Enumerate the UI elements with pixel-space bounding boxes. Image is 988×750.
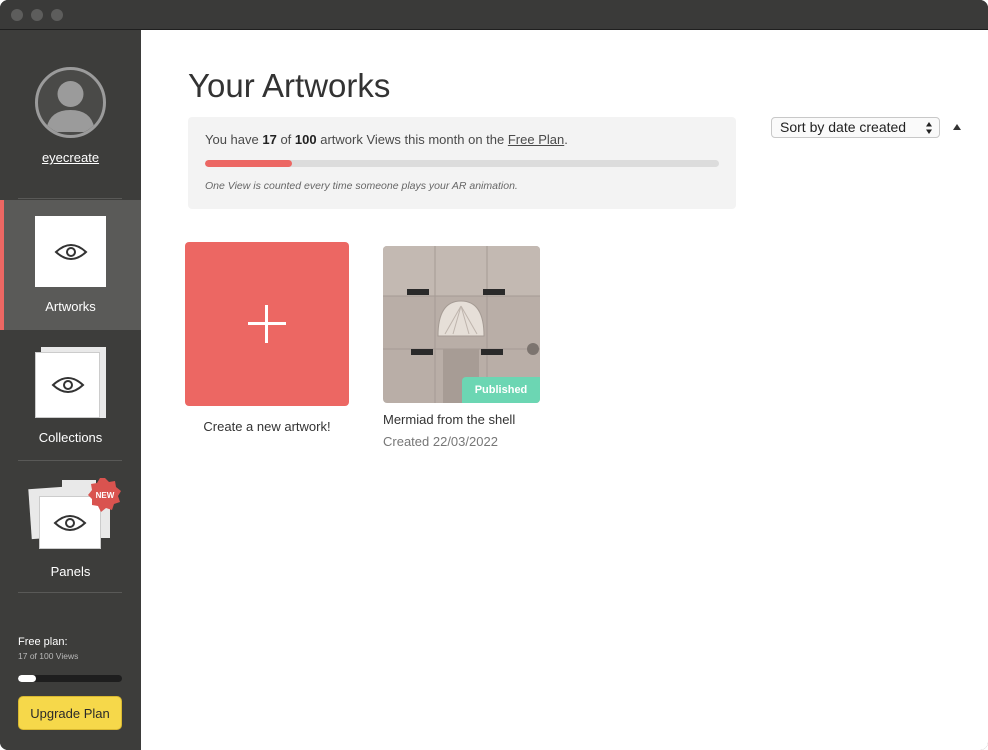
main-content: Your Artworks You have 17 of 100 artwork…: [141, 30, 988, 750]
artwork-title[interactable]: Mermiad from the shell: [383, 412, 515, 427]
free-plan-label: Free plan:: [18, 636, 68, 648]
sort-direction-icon[interactable]: [952, 123, 962, 131]
eye-icon: [53, 514, 87, 531]
maximize-window-button[interactable]: [51, 9, 63, 21]
sidebar: eyecreate Artworks Collections Panels NE…: [0, 30, 141, 750]
collections-card: [35, 352, 100, 418]
create-artwork-button[interactable]: [185, 242, 349, 406]
usage-suffix: artwork Views this month on the: [316, 132, 508, 147]
usage-limit: 100: [294, 132, 317, 147]
eye-icon: [54, 243, 87, 260]
free-plan-views: 17 of 100 Views: [18, 651, 79, 661]
sort-selected-value: Sort by date created: [780, 119, 907, 135]
close-window-button[interactable]: [11, 9, 23, 21]
title-bar: [0, 0, 988, 30]
usage-prefix: You have: [205, 132, 263, 147]
usage-note: One View is counted every time someone p…: [205, 180, 518, 192]
artwork-created-date: Created 22/03/2022: [383, 434, 498, 449]
sidebar-item-label: Panels: [50, 564, 91, 579]
usage-of: of: [276, 132, 295, 147]
sidebar-item-label: Artworks: [45, 299, 96, 314]
username-link[interactable]: eyecreate: [0, 150, 141, 165]
free-plan-link[interactable]: Free Plan: [508, 132, 564, 147]
views-progress-fill: [18, 675, 36, 682]
sidebar-item-collections[interactable]: Collections: [0, 330, 141, 460]
usage-panel: You have 17 of 100 artwork Views this mo…: [188, 117, 736, 209]
usage-text: You have 17 of 100 artwork Views this mo…: [205, 132, 568, 147]
sidebar-divider: [18, 592, 122, 593]
avatar[interactable]: [35, 67, 106, 138]
artworks-card: [35, 216, 106, 287]
sidebar-item-label: Collections: [38, 430, 103, 445]
user-silhouette-icon: [46, 81, 95, 132]
plus-icon: [248, 305, 286, 343]
page-title: Your Artworks: [188, 67, 391, 104]
usage-progress-fill: [205, 160, 293, 167]
sidebar-item-artworks[interactable]: Artworks: [0, 200, 141, 330]
eye-icon: [51, 377, 84, 393]
app-window: eyecreate Artworks Collections Panels NE…: [0, 0, 988, 750]
select-arrows-icon: [926, 122, 932, 134]
sort-select[interactable]: Sort by date created: [771, 117, 940, 138]
usage-used: 17: [262, 132, 277, 147]
published-badge: Published: [462, 377, 540, 403]
usage-progress-bar: [205, 160, 719, 167]
new-badge: NEW: [88, 478, 121, 512]
minimize-window-button[interactable]: [31, 9, 43, 21]
create-artwork-label: Create a new artwork!: [203, 419, 331, 434]
sidebar-divider: [18, 198, 122, 199]
new-badge-label: NEW: [96, 491, 115, 500]
views-progress-bar: [18, 675, 122, 682]
usage-period: .: [564, 132, 568, 147]
upgrade-plan-button[interactable]: Upgrade Plan: [18, 696, 122, 730]
sidebar-divider: [18, 460, 122, 461]
